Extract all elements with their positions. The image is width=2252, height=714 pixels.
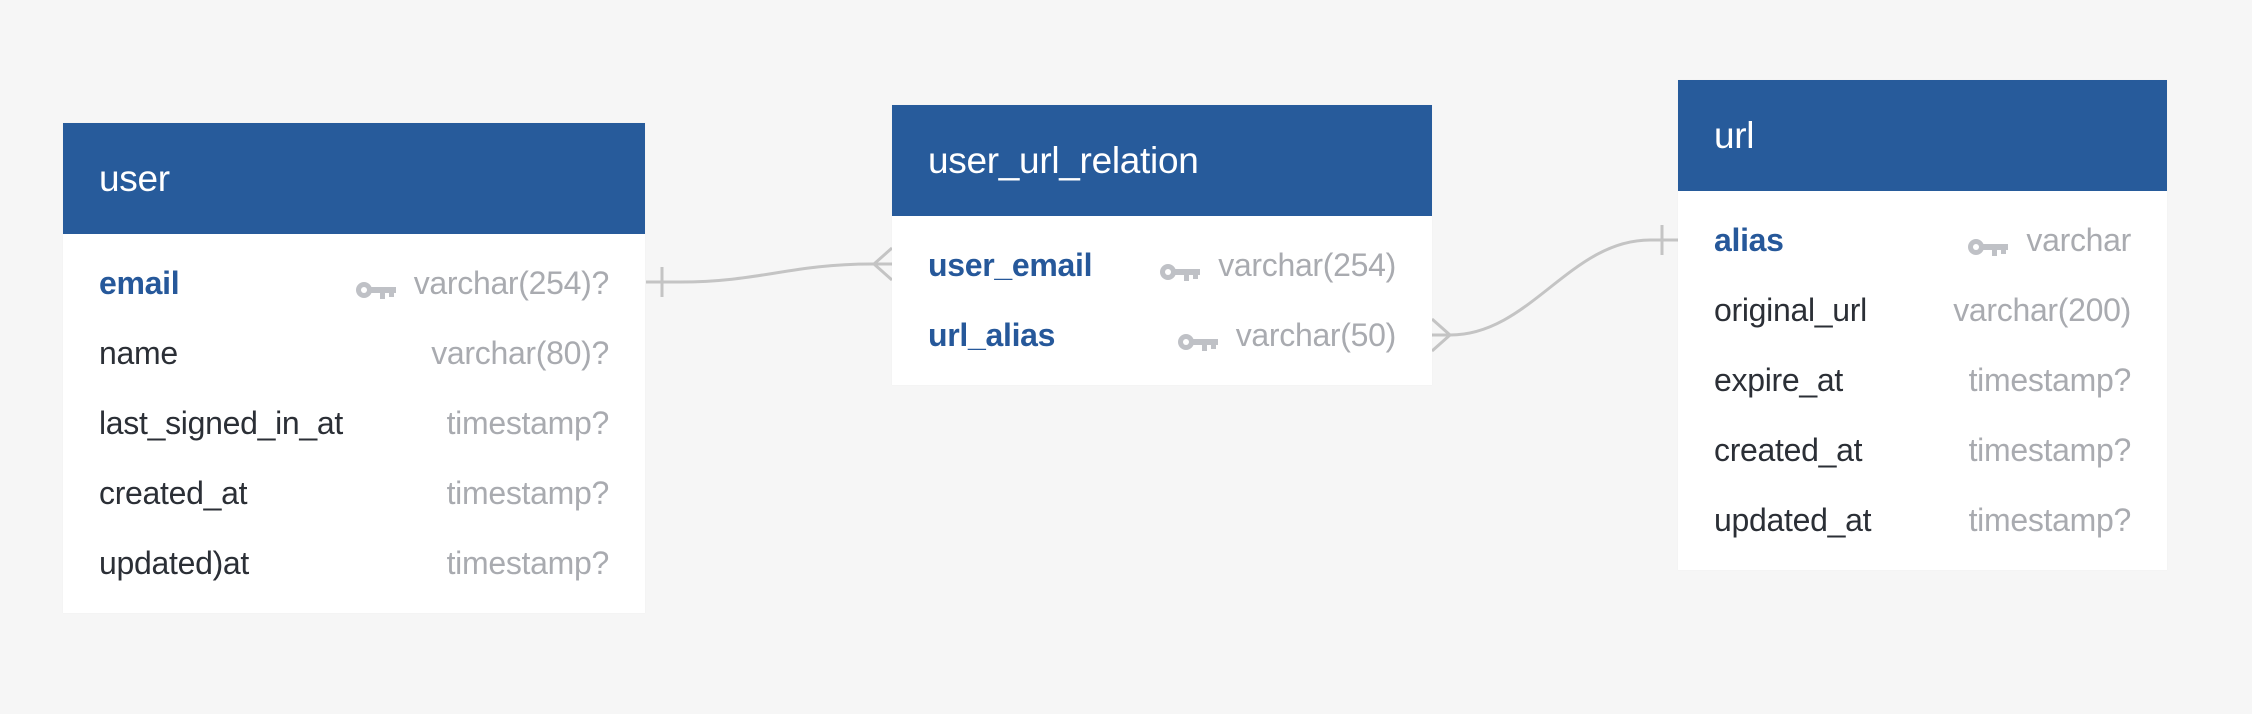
field-name: alias	[1714, 221, 1784, 258]
field-type: timestamp?	[446, 544, 610, 581]
relation-user-email-to-user-email[interactable]	[646, 246, 893, 297]
field-type: timestamp?	[1968, 501, 2132, 538]
field-row-updated-at[interactable]: updated_at timestamp?	[1678, 485, 2167, 555]
table-user[interactable]: user email varchar(254)? name varchar(80…	[63, 123, 645, 613]
field-name: last_signed_in_at	[99, 404, 343, 441]
key-icon	[1176, 324, 1218, 351]
table-url[interactable]: url alias varchar original_url varchar(2…	[1678, 80, 2167, 570]
field-row-expire-at[interactable]: expire_at timestamp?	[1678, 345, 2167, 415]
field-type: timestamp?	[446, 404, 610, 441]
connector-line[interactable]	[646, 262, 892, 284]
field-name: updated)at	[99, 544, 250, 581]
field-row-original-url[interactable]: original_url varchar(200)	[1678, 275, 2167, 345]
relation-url-alias-to-alias[interactable]	[1431, 225, 1678, 353]
field-row-name[interactable]: name varchar(80)?	[63, 318, 645, 388]
field-row-email[interactable]: email varchar(254)?	[63, 248, 645, 318]
key-icon	[1966, 229, 2009, 256]
field-row-last-signed-in-at[interactable]: last_signed_in_at timestamp?	[63, 388, 645, 458]
table-title: user_url_relation	[928, 139, 1199, 181]
table-body: alias varchar original_url varchar(200) …	[1678, 191, 2167, 570]
field-row-updated-at[interactable]: updated)at timestamp?	[63, 528, 645, 598]
table-body: user_email varchar(254) url_alias varcha…	[892, 216, 1432, 385]
field-type: timestamp?	[1968, 361, 2132, 398]
many-marker	[1431, 317, 1451, 353]
field-row-created-at[interactable]: created_at timestamp?	[1678, 415, 2167, 485]
field-type: varchar(200)	[1953, 291, 2131, 328]
field-type: varchar(50)	[1235, 316, 1397, 353]
field-name: created_at	[1714, 431, 1863, 468]
table-header[interactable]: user_url_relation	[892, 105, 1432, 216]
field-name: user_email	[928, 246, 1093, 283]
field-name: name	[99, 334, 178, 371]
key-icon	[1158, 254, 1201, 281]
field-type: varchar	[2026, 221, 2131, 258]
many-marker	[873, 246, 893, 282]
field-name: url_alias	[928, 316, 1056, 353]
field-type: varchar(80)?	[431, 334, 609, 371]
table-header[interactable]: url	[1678, 80, 2167, 191]
field-name: email	[99, 264, 180, 301]
field-row-created-at[interactable]: created_at timestamp?	[63, 458, 645, 528]
field-type: timestamp?	[1968, 431, 2132, 468]
field-name: original_url	[1714, 291, 1867, 328]
table-user-url-relation[interactable]: user_url_relation user_email varchar(254…	[892, 105, 1432, 385]
table-title: url	[1714, 114, 1755, 156]
field-type: varchar(254)?	[413, 264, 610, 301]
connector-line[interactable]	[1432, 238, 1678, 337]
table-body: email varchar(254)? name varchar(80)? la…	[63, 234, 645, 613]
field-row-url-alias[interactable]: url_alias varchar(50)	[892, 300, 1432, 370]
table-title: user	[99, 157, 170, 199]
field-type: timestamp?	[446, 474, 610, 511]
field-name: expire_at	[1714, 361, 1843, 398]
key-icon	[354, 272, 396, 299]
field-type: varchar(254)	[1218, 246, 1396, 283]
table-header[interactable]: user	[63, 123, 645, 234]
field-name: updated_at	[1714, 501, 1872, 538]
field-name: created_at	[99, 474, 248, 511]
field-row-user-email[interactable]: user_email varchar(254)	[892, 230, 1432, 300]
field-row-alias[interactable]: alias varchar	[1678, 205, 2167, 275]
